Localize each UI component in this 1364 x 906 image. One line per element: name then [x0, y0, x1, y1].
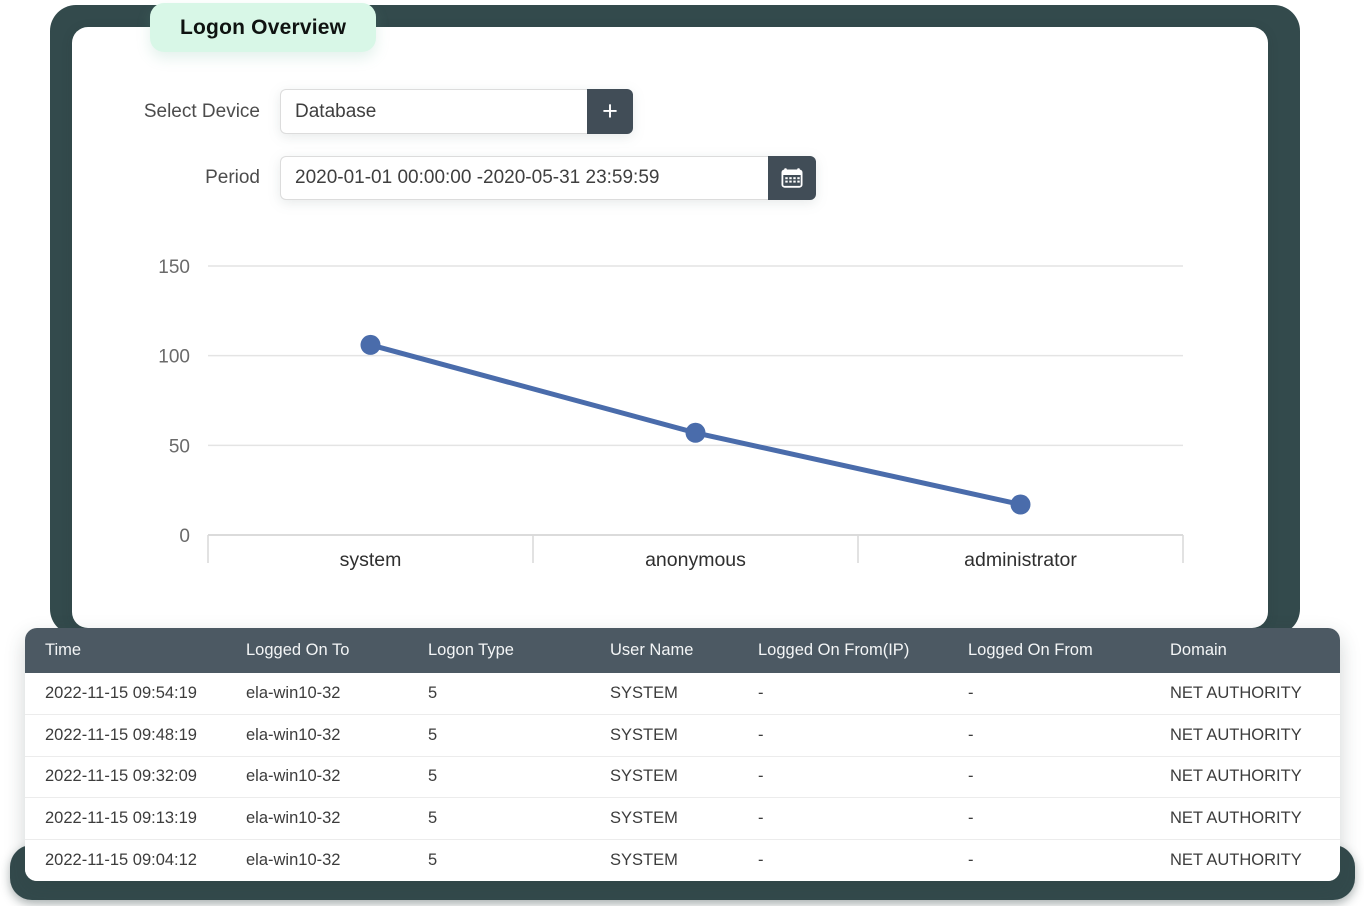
table-row: 2022-11-15 09:13:19 ela-win10-32 5 SYSTEM - -… — [25, 797, 1340, 839]
page-title-badge: Logon Overview — [150, 3, 377, 52]
period-label: Period — [205, 167, 260, 188]
table-cell: 2022-11-15 09:13:19 — [45, 808, 197, 827]
table-header: Time Logged On To Logon Type User Name Logge… — [25, 628, 1340, 673]
svg-text:0: 0 — [179, 526, 190, 547]
svg-text:150: 150 — [158, 257, 190, 278]
period-row: Period — [72, 156, 816, 200]
table-cell: 2022-11-15 09:48:19 — [45, 725, 197, 744]
calendar-icon — [781, 168, 803, 188]
table-cell: ela-win10-32 — [246, 684, 341, 702]
column-header: Domain — [1170, 641, 1227, 659]
column-header: User Name — [610, 641, 694, 659]
table-cell: ela-win10-32 — [246, 850, 341, 869]
table-cell: NET AUTHORITY — [1170, 808, 1302, 827]
table-row: 2022-11-15 09:04:12 ela-win10-32 5 SYSTEM - -… — [25, 839, 1340, 881]
svg-text:50: 50 — [169, 436, 190, 457]
table-cell: - — [968, 808, 974, 827]
table-row: 2022-11-15 09:54:19 ela-win10-32 5 SYSTEM - -… — [25, 673, 1340, 715]
column-header: Logged On From(IP) — [758, 641, 910, 659]
table-cell: NET AUTHORITY — [1170, 725, 1302, 744]
column-header: Time — [45, 641, 82, 659]
table-cell: SYSTEM — [610, 808, 678, 827]
table-cell: - — [968, 850, 974, 869]
table-cell: - — [758, 850, 764, 869]
plus-icon: + — [602, 96, 618, 126]
table-cell: 2022-11-15 09:32:09 — [45, 767, 197, 786]
table-cell: NET AUTHORITY — [1170, 767, 1302, 786]
table-row: 2022-11-15 09:48:19 ela-win10-32 5 SYSTEM - -… — [25, 714, 1340, 756]
table-cell: SYSTEM — [610, 850, 678, 869]
table-cell: ela-win10-32 — [246, 767, 341, 786]
table-cell: 5 — [428, 808, 438, 827]
column-header: Logged On To — [246, 641, 350, 659]
add-device-button[interactable]: + — [587, 89, 633, 134]
table-cell: NET AUTHORITY — [1170, 684, 1302, 702]
table-cell: SYSTEM — [610, 725, 678, 744]
table-cell: ela-win10-32 — [246, 808, 341, 827]
device-input-group: + — [280, 89, 633, 134]
column-header: Logged On From — [968, 641, 1093, 659]
table-cell: 5 — [428, 850, 438, 869]
table-cell: 2022-11-15 09:04:12 — [45, 850, 197, 869]
page-title: Logon Overview — [180, 15, 347, 39]
table-cell: - — [968, 767, 974, 786]
table-cell: - — [758, 808, 764, 827]
select-device-row: Select Device + — [72, 89, 633, 134]
logon-line-chart: 0 50 100 150 system anonymous administrator — [158, 257, 1184, 571]
select-device-label: Select Device — [143, 100, 260, 122]
table-cell: SYSTEM — [610, 684, 678, 702]
column-header: Logon Type — [428, 641, 514, 659]
svg-text:system: system — [340, 549, 402, 571]
period-input[interactable] — [280, 156, 768, 200]
svg-text:administrator: administrator — [964, 549, 1077, 571]
table-cell: 5 — [428, 725, 438, 744]
table-row: 2022-11-15 09:32:09 ela-win10-32 5 SYSTEM - -… — [25, 756, 1340, 798]
svg-text:anonymous: anonymous — [645, 549, 746, 571]
table-cell: - — [968, 684, 974, 702]
table-cell: SYSTEM — [610, 767, 678, 786]
table-cell: 2022-11-15 09:54:19 — [45, 684, 197, 702]
table-cell: NET AUTHORITY — [1170, 850, 1302, 869]
table-cell: ela-win10-32 — [246, 725, 341, 744]
logon-table: Time Logged On To Logon Type User Name Logge… — [25, 628, 1340, 881]
period-input-group — [280, 156, 816, 200]
table-cell: - — [758, 684, 764, 702]
calendar-button[interactable] — [768, 156, 816, 200]
device-input[interactable] — [280, 89, 587, 134]
table-cell: - — [758, 725, 764, 744]
logon-overview-screen: Select Device + Period — [0, 0, 1364, 906]
logon-table-panel: Time Logged On To Logon Type User Name Logge… — [25, 628, 1340, 881]
table-cell: - — [758, 767, 764, 786]
svg-text:100: 100 — [158, 347, 190, 368]
table-cell: - — [968, 725, 974, 744]
table-cell: 5 — [428, 767, 438, 786]
table-cell: 5 — [428, 684, 438, 702]
chart-card: Select Device + Period — [72, 27, 1268, 628]
